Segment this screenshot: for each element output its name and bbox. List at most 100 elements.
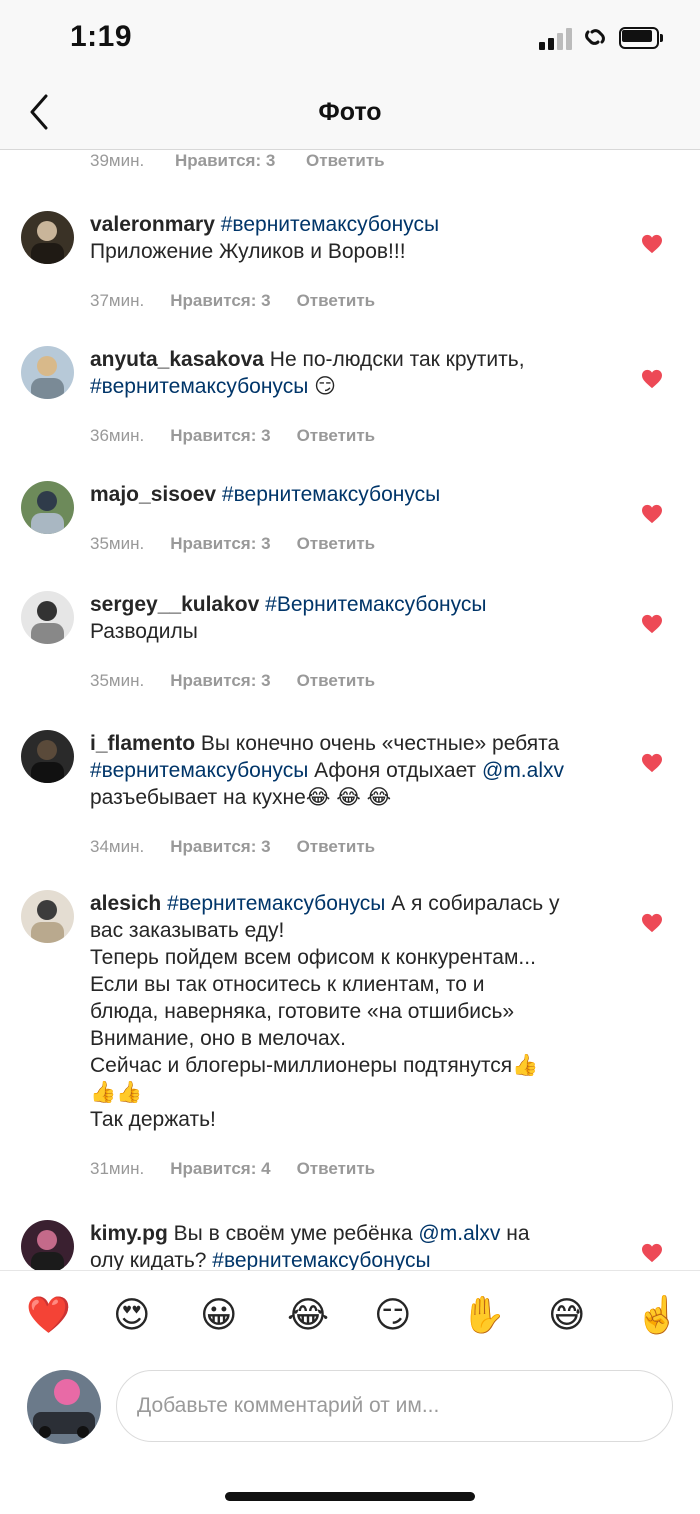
battery-icon — [619, 27, 663, 49]
hashtag-link[interactable]: #вернитемаксубонусы — [90, 759, 308, 782]
avatar[interactable] — [21, 481, 74, 534]
smirk-emoji[interactable]: 😏 — [374, 1295, 412, 1335]
comment-line: Так держать! — [90, 1106, 620, 1133]
heart-icon[interactable] — [641, 753, 663, 773]
heart-icon[interactable] — [641, 913, 663, 933]
comment-text-segment: Разводилы — [90, 620, 198, 643]
hashtag-link[interactable]: #вернитемаксубонусы — [221, 213, 439, 236]
comment-username[interactable]: kimy.pg — [90, 1222, 168, 1245]
heart-icon[interactable] — [641, 504, 663, 524]
pointing-up-emoji[interactable]: ☝️ — [635, 1295, 680, 1335]
comment-text-segment: Сейчас и блогеры-миллионеры подтянутся👍 — [90, 1054, 539, 1077]
comment-line: Если вы так относитесь к клиентам, то и — [90, 971, 620, 998]
comment-line: sergey__kulakov #Вернитемаксубонусы — [90, 591, 620, 618]
comment-likes[interactable]: Нравится: 4 — [170, 1159, 270, 1179]
comment-line: i_flamento Вы конечно очень «честные» ре… — [90, 730, 620, 757]
comment-text-segment: вас заказывать еду! — [90, 919, 285, 942]
comment-meta: 35мин. Нравится: 3 Ответить — [90, 534, 401, 554]
hashtag-link[interactable]: #вернитемаксубонусы — [212, 1249, 430, 1270]
comment-text: sergey__kulakov #Вернитемаксубонусы Разво… — [90, 591, 620, 645]
raised-hand-emoji[interactable]: ✋ — [461, 1295, 506, 1335]
comment-likes[interactable]: Нравится: 3 — [170, 291, 270, 311]
comment-username[interactable]: alesich — [90, 892, 161, 915]
comment-username[interactable]: majo_sisoev — [90, 483, 216, 506]
comment-meta: 31мин. Нравится: 4 Ответить — [90, 1159, 401, 1179]
tears-of-joy-emoji[interactable]: 😂 — [287, 1295, 329, 1335]
reply-button[interactable]: Ответить — [297, 291, 376, 311]
comment-line: Сейчас и блогеры-миллионеры подтянутся👍 — [90, 1052, 620, 1079]
heart-icon[interactable] — [641, 1243, 663, 1263]
comment-input[interactable] — [116, 1370, 673, 1442]
hashtag-link[interactable]: #Вернитемаксубонусы — [265, 593, 486, 616]
comment-likes[interactable]: Нравится: 3 — [170, 426, 270, 446]
comment-text-segment: блюда, наверняка, готовите «на отшибись» — [90, 1000, 515, 1023]
comment-line: #вернитемаксубонусы Афоня отдыхает @m.al… — [90, 757, 620, 784]
comment-line: Разводилы — [90, 618, 620, 645]
comment-username[interactable]: valeronmary — [90, 213, 215, 236]
page-title: Фото — [318, 98, 382, 126]
comment-meta: 36мин. Нравится: 3 Ответить — [90, 426, 401, 446]
mention-link[interactable]: @m.alxv — [418, 1222, 500, 1245]
comment-time: 35мин. — [90, 534, 145, 553]
heart-icon[interactable] — [641, 369, 663, 389]
comment-likes[interactable]: Нравится: 3 — [175, 151, 275, 171]
comment-line: majo_sisoev #вернитемаксубонусы — [90, 481, 620, 508]
avatar[interactable] — [21, 890, 74, 943]
comment-username[interactable]: i_flamento — [90, 732, 195, 755]
reply-button[interactable]: Ответить — [297, 837, 376, 857]
comment-text: valeronmary #вернитемаксубонусы Приложени… — [90, 211, 620, 265]
comment-username[interactable]: sergey__kulakov — [90, 593, 259, 616]
comment-composer — [0, 1366, 700, 1514]
comment-text-segment: Вы конечно очень «честные» ребята — [200, 732, 560, 755]
cellular-signal-icon — [539, 28, 573, 50]
avatar[interactable] — [21, 591, 74, 644]
comment-text-segment: разъебывает на кухне😂 😂 😂 — [90, 786, 392, 809]
comment-time: 31мин. — [90, 1159, 145, 1178]
avatar[interactable] — [21, 1220, 74, 1270]
comment-line: блюда, наверняка, готовите «на отшибись» — [90, 998, 620, 1025]
comment-text-segment: А я собиралась у — [385, 892, 560, 915]
heart-icon[interactable] — [641, 234, 663, 254]
comment-text-segment: Если вы так относитесь к клиентам, то и — [90, 973, 485, 996]
heart-emoji[interactable]: ❤️ — [26, 1295, 71, 1335]
comment-username[interactable]: anyuta_kasakova — [90, 348, 264, 371]
mention-link[interactable]: @m.alxv — [482, 759, 564, 782]
comment-likes[interactable]: Нравится: 3 — [170, 534, 270, 554]
hashtag-link[interactable]: #вернитемаксубонусы — [222, 483, 440, 506]
comment-list[interactable]: 39мин. Нравится: 3 Ответить valeronmary … — [0, 151, 700, 1270]
reply-button[interactable]: Ответить — [297, 426, 376, 446]
comment-likes[interactable]: Нравится: 3 — [170, 837, 270, 857]
comment-text: kimy.pg Вы в своём уме ребёнка @m.alxv н… — [90, 1220, 620, 1270]
home-indicator[interactable] — [225, 1492, 475, 1501]
status-time: 1:19 — [70, 20, 133, 53]
avatar[interactable] — [21, 211, 74, 264]
hashtag-link[interactable]: #вернитемаксубонусы — [167, 892, 385, 915]
comment-line: alesich #вернитемаксубонусы А я собирала… — [90, 890, 620, 917]
reply-button[interactable]: Ответить — [297, 534, 376, 554]
comment-time: 35мин. — [90, 671, 145, 690]
heart-eyes-emoji[interactable]: 😍 — [113, 1295, 151, 1335]
comment-text-segment: Внимание, оно в мелочах. — [90, 1027, 346, 1050]
comment-text-segment: Теперь пойдем всем офисом к конкурентам.… — [90, 946, 536, 969]
reply-button[interactable]: Ответить — [297, 671, 376, 691]
reply-button[interactable]: Ответить — [297, 1159, 376, 1179]
link-icon — [585, 29, 605, 45]
comment-text-segment: Афоня отдыхает — [308, 759, 482, 782]
nav-bar: Фото — [0, 78, 700, 150]
avatar[interactable] — [21, 730, 74, 783]
hashtag-link[interactable]: #вернитемаксубонусы — [90, 375, 308, 398]
comment-line: kimy.pg Вы в своём уме ребёнка @m.alxv н… — [90, 1220, 620, 1247]
comment-time: 37мин. — [90, 291, 145, 310]
avatar[interactable] — [21, 346, 74, 399]
reply-button[interactable]: Ответить — [306, 151, 385, 171]
comment-text: i_flamento Вы конечно очень «честные» ре… — [90, 730, 620, 811]
comment-likes[interactable]: Нравится: 3 — [170, 671, 270, 691]
comment-line: разъебывает на кухне😂 😂 😂 — [90, 784, 620, 811]
sweat-smile-emoji[interactable]: 😅 — [548, 1295, 586, 1335]
grinning-emoji[interactable]: 😀 — [200, 1295, 238, 1335]
comment-text-segment: на — [500, 1222, 530, 1245]
comment-meta: 37мин. Нравится: 3 Ответить — [90, 291, 401, 311]
comment-line: Приложение Жуликов и Воров!!! — [90, 238, 620, 265]
comment-text: alesich #вернитемаксубонусы А я собирала… — [90, 890, 620, 1133]
heart-icon[interactable] — [641, 614, 663, 634]
